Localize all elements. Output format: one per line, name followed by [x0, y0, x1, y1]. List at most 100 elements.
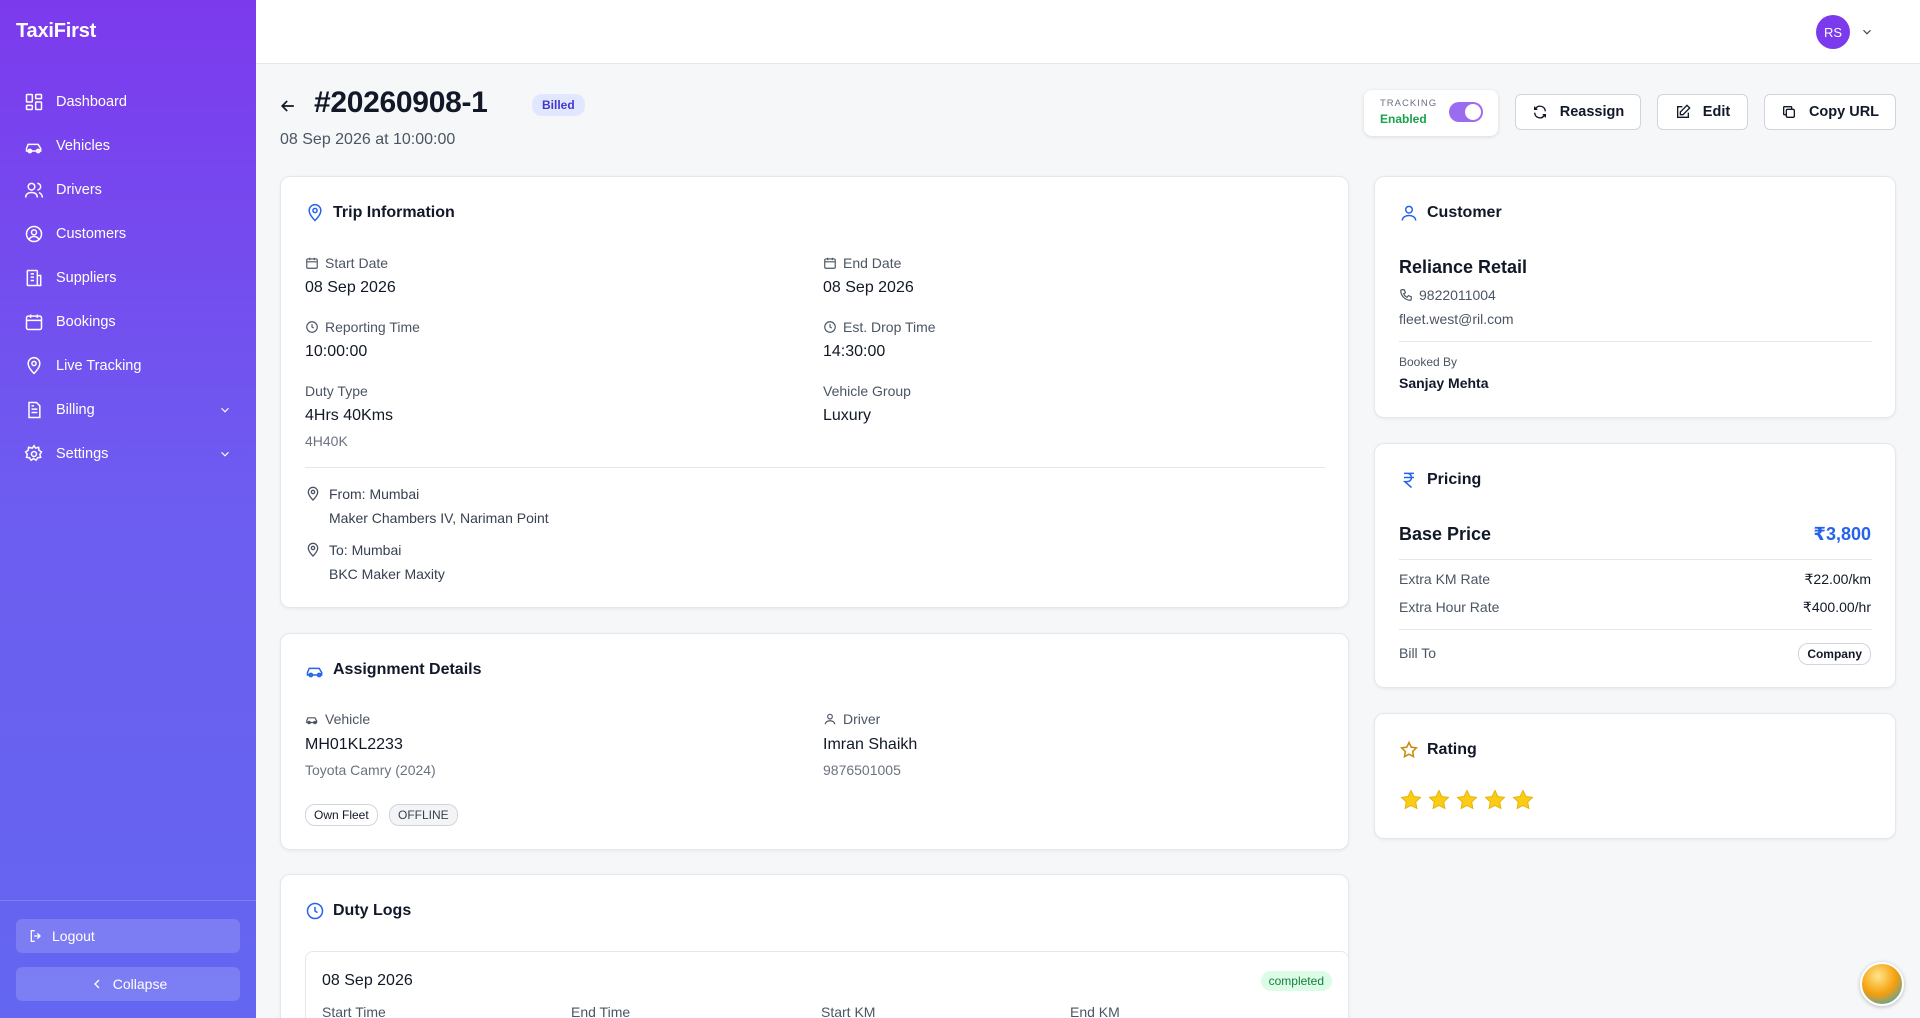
sidebar-item-dashboard[interactable]: Dashboard [0, 80, 256, 124]
duty-type-value: 4Hrs 40Kms [305, 407, 394, 424]
file-icon [24, 400, 44, 420]
avatar[interactable]: RS [1816, 15, 1850, 49]
extra-hour-value: ₹400.00/hr [1802, 599, 1871, 615]
duty-logs-card: Duty Logs 08 Sep 2026 completed Start Ti… [280, 874, 1349, 1018]
duty-log-column: Start Time [322, 1004, 386, 1018]
chevron-down-icon [218, 447, 232, 461]
dashboard-icon [24, 92, 44, 112]
extra-km-value: ₹22.00/km [1804, 571, 1872, 587]
building-icon [24, 268, 44, 288]
divider [305, 467, 1325, 468]
gear-icon [24, 444, 44, 464]
edit-button[interactable]: Edit [1657, 94, 1748, 130]
clock-icon [823, 320, 837, 334]
sidebar-item-live-tracking[interactable]: Live Tracking [0, 344, 256, 388]
collapse-button[interactable]: Collapse [16, 967, 240, 1001]
star-icon[interactable] [1511, 788, 1535, 812]
calendar-icon [823, 256, 837, 270]
collapse-label: Collapse [112, 976, 168, 992]
sidebar-item-billing[interactable]: Billing [0, 388, 256, 432]
sidebar-item-label: Billing [56, 402, 95, 418]
extra-hour-label: Extra Hour Rate [1399, 599, 1500, 615]
map-pin-icon [305, 203, 325, 223]
card-title: Assignment Details [305, 660, 481, 680]
star-icon[interactable] [1427, 788, 1451, 812]
edit-label: Edit [1702, 104, 1731, 120]
sidebar-item-label: Bookings [56, 314, 116, 330]
card-title: Customer [1399, 203, 1502, 223]
copy-icon [1781, 104, 1797, 120]
start-date-value: 08 Sep 2026 [305, 279, 396, 296]
duty-log-column: Start KM [821, 1004, 876, 1018]
sidebar-item-label: Dashboard [56, 94, 127, 110]
copy-url-button[interactable]: Copy URL [1764, 94, 1896, 130]
divider [1399, 559, 1872, 560]
booked-by-value: Sanjay Mehta [1399, 375, 1489, 391]
user-circle-icon [24, 224, 44, 244]
booked-by-label: Booked By [1399, 355, 1458, 369]
card-title: Rating [1399, 740, 1477, 760]
chevron-down-icon [218, 403, 232, 417]
brand-logo[interactable]: TaxiFirst [16, 20, 96, 43]
customer-card: Customer Reliance Retail 9822011004 flee… [1374, 176, 1896, 418]
sidebar-item-suppliers[interactable]: Suppliers [0, 256, 256, 300]
start-date-label: Start Date [305, 255, 388, 271]
sidebar-item-label: Vehicles [56, 138, 111, 154]
driver-name: Imran Shaikh [823, 736, 918, 753]
sidebar-item-bookings[interactable]: Bookings [0, 300, 256, 344]
rating-stars [1399, 788, 1539, 812]
sidebar: TaxiFirst Dashboard Vehicles Drivers Cus… [0, 0, 256, 1018]
tracking-toggle[interactable] [1449, 102, 1483, 122]
duty-type-code: 4H40K [305, 433, 348, 449]
page-subtitle: 08 Sep 2026 at 10:00:00 [280, 131, 456, 148]
assistant-avatar-icon[interactable] [1860, 962, 1904, 1006]
from-location-title: From: Mumbai [329, 486, 420, 502]
chevron-down-icon[interactable] [1860, 25, 1874, 39]
map-pin-icon [305, 542, 321, 558]
star-icon[interactable] [1455, 788, 1479, 812]
duty-log-column: End KM [1070, 1004, 1120, 1018]
map-pin-icon [24, 356, 44, 376]
star-icon[interactable] [1483, 788, 1507, 812]
bill-to-label: Bill To [1399, 645, 1437, 661]
sidebar-item-drivers[interactable]: Drivers [0, 168, 256, 212]
star-outline-icon [1399, 740, 1419, 760]
to-location-address: BKC Maker Maxity [329, 566, 445, 582]
logout-button[interactable]: Logout [16, 919, 240, 953]
sidebar-item-customers[interactable]: Customers [0, 212, 256, 256]
driver-label: Driver [823, 711, 880, 727]
assignment-details-card: Assignment Details Vehicle MH01KL2233 To… [280, 633, 1349, 850]
topbar: RS [256, 0, 1920, 64]
base-price-value: ₹3,800 [1813, 524, 1871, 544]
chevron-left-icon [89, 976, 105, 992]
pricing-card: Pricing Base Price ₹3,800 Extra KM Rate … [1374, 443, 1896, 688]
tracking-widget: TRACKING Enabled [1364, 90, 1498, 136]
reporting-time-value: 10:00:00 [305, 343, 368, 360]
sidebar-item-label: Settings [56, 446, 109, 462]
extra-km-label: Extra KM Rate [1399, 571, 1491, 587]
reporting-time-label: Reporting Time [305, 319, 420, 335]
tracking-label: TRACKING [1380, 98, 1438, 109]
reassign-button[interactable]: Reassign [1515, 94, 1641, 130]
map-pin-icon [305, 486, 321, 502]
sidebar-item-settings[interactable]: Settings [0, 432, 256, 476]
to-location-title: To: Mumbai [329, 542, 402, 558]
end-date-label: End Date [823, 255, 901, 271]
drop-time-value: 14:30:00 [823, 343, 886, 360]
calendar-icon [24, 312, 44, 332]
clock-icon [305, 320, 319, 334]
sidebar-item-label: Customers [56, 226, 127, 242]
customer-name: Reliance Retail [1399, 257, 1528, 277]
vehicle-number: MH01KL2233 [305, 736, 403, 753]
star-icon[interactable] [1399, 788, 1423, 812]
duty-log-status-badge: completed [1260, 971, 1332, 991]
logout-icon [28, 928, 44, 944]
back-arrow-icon[interactable] [278, 96, 298, 116]
duty-log-entry: 08 Sep 2026 completed Start Time End Tim… [305, 951, 1349, 1018]
from-location-address: Maker Chambers IV, Nariman Point [329, 510, 549, 526]
sidebar-item-vehicles[interactable]: Vehicles [0, 124, 256, 168]
vehicle-group-label: Vehicle Group [823, 383, 911, 399]
page-title: #20260908-1 [314, 86, 488, 119]
clock-icon [305, 901, 325, 921]
user-icon [1399, 203, 1419, 223]
